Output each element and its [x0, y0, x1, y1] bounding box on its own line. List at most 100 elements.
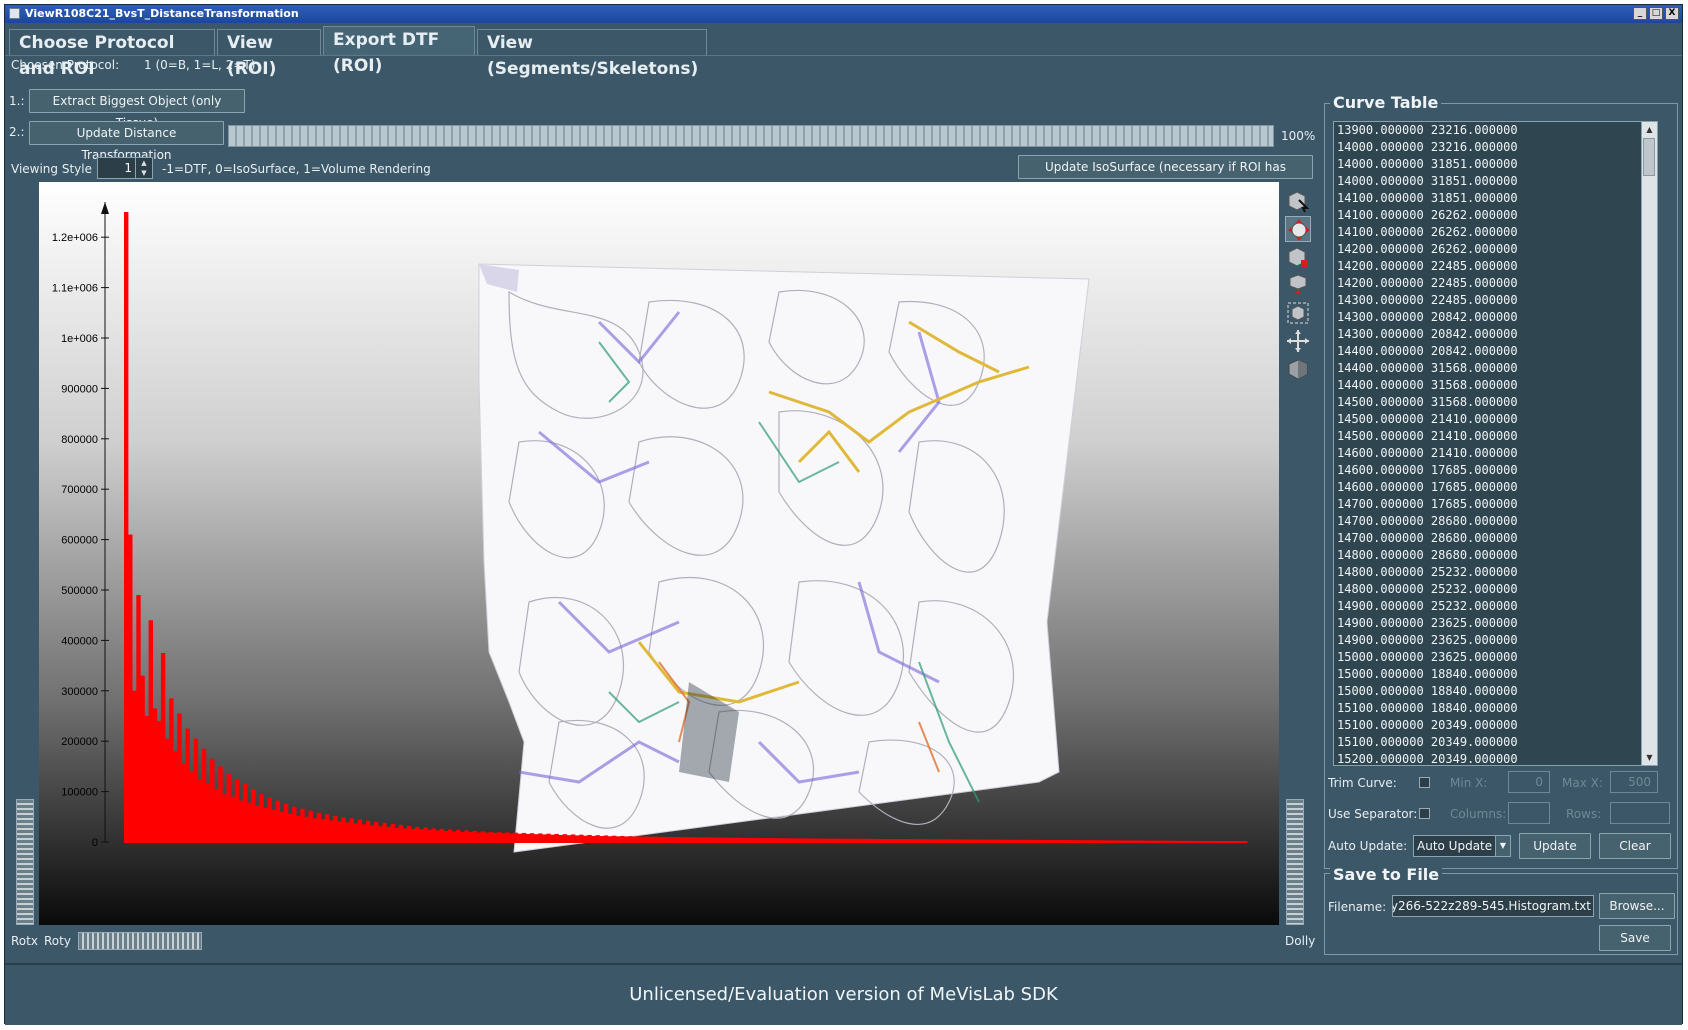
curve-table-row[interactable]: 14700.000000 28680.000000: [1334, 513, 1657, 530]
tab-choose-protocol[interactable]: Choose Protocol and ROI: [9, 29, 215, 79]
y-tick-label: 1.2e+006: [52, 232, 98, 244]
columns-input[interactable]: [1508, 802, 1550, 824]
maximize-button[interactable]: □: [1649, 7, 1663, 20]
dolly-thumbwheel[interactable]: [1286, 799, 1304, 925]
home-icon[interactable]: [1285, 356, 1311, 382]
curve-table-row[interactable]: 14000.000000 31851.000000: [1334, 156, 1657, 173]
histogram-bar: [320, 819, 326, 842]
histogram-bar: [308, 810, 313, 842]
minimize-button[interactable]: _: [1633, 7, 1647, 20]
curve-table-row[interactable]: 14100.000000 31851.000000: [1334, 190, 1657, 207]
roty-thumbwheel[interactable]: [78, 932, 202, 950]
trim-curve-checkbox[interactable]: [1419, 777, 1430, 788]
curve-table-row[interactable]: 14200.000000 26262.000000: [1334, 241, 1657, 258]
histogram-bar: [411, 828, 416, 842]
histogram-bar: [173, 751, 178, 842]
curve-table-row[interactable]: 14100.000000 26262.000000: [1334, 224, 1657, 241]
curve-table-row[interactable]: 14700.000000 28680.000000: [1334, 530, 1657, 547]
update-isosurface-button[interactable]: Update IsoSurface (necessary if ROI has …: [1018, 155, 1313, 196]
auto-update-select[interactable]: Auto Update ▼: [1413, 835, 1511, 857]
curve-table-row[interactable]: 14500.000000 31568.000000: [1334, 394, 1657, 411]
extract-biggest-object-button[interactable]: Extract Biggest Object (only Tissue): [29, 89, 245, 130]
histogram-bar: [156, 721, 162, 842]
clear-button[interactable]: Clear: [1599, 833, 1671, 859]
curve-table-row[interactable]: 14400.000000 31568.000000: [1334, 360, 1657, 377]
seek-icon[interactable]: [1285, 244, 1311, 270]
tab-view-roi[interactable]: View (ROI): [217, 29, 321, 79]
curve-table-row[interactable]: 14500.000000 21410.000000: [1334, 428, 1657, 445]
curve-table-row[interactable]: 14400.000000 20842.000000: [1334, 343, 1657, 360]
save-button[interactable]: Save: [1599, 925, 1671, 951]
y-tick-label: 500000: [61, 585, 98, 597]
curve-table-row[interactable]: 15000.000000 18840.000000: [1334, 683, 1657, 700]
curve-table-row[interactable]: 14600.000000 17685.000000: [1334, 479, 1657, 496]
volume-rendering: [478, 263, 1090, 853]
histogram-bar: [324, 814, 330, 842]
curve-table-row[interactable]: 14900.000000 23625.000000: [1334, 615, 1657, 632]
dropdown-arrow-icon[interactable]: ▼: [1495, 836, 1510, 856]
curve-table-row[interactable]: 15200.000000 20349.000000: [1334, 751, 1657, 765]
curve-table-scrollbar[interactable]: ▲ ▼: [1641, 122, 1657, 765]
histogram-bar: [279, 811, 285, 842]
min-x-input[interactable]: 0: [1508, 771, 1550, 793]
curve-table-row[interactable]: 14700.000000 17685.000000: [1334, 496, 1657, 513]
curve-table-row[interactable]: 13900.000000 23216.000000: [1334, 122, 1657, 139]
rows-input[interactable]: [1610, 802, 1670, 824]
curve-table-row[interactable]: 14000.000000 31851.000000: [1334, 173, 1657, 190]
curve-table-row[interactable]: 14600.000000 21410.000000: [1334, 445, 1657, 462]
curve-table-row[interactable]: 14300.000000 22485.000000: [1334, 292, 1657, 309]
curve-table-row[interactable]: 15100.000000 20349.000000: [1334, 717, 1657, 734]
curve-table-row[interactable]: 14300.000000 20842.000000: [1334, 309, 1657, 326]
curve-table-list[interactable]: 13900.000000 23216.000000 14000.000000 23…: [1333, 121, 1658, 766]
pan-icon[interactable]: [1285, 328, 1311, 354]
curve-table-row[interactable]: 14300.000000 20842.000000: [1334, 326, 1657, 343]
progress-bar: [228, 125, 1274, 147]
curve-rows: 13900.000000 23216.000000 14000.000000 23…: [1334, 122, 1657, 765]
min-x-label: Min X:: [1450, 776, 1488, 790]
curve-table-row[interactable]: 14800.000000 25232.000000: [1334, 581, 1657, 598]
histogram-bar: [427, 829, 432, 842]
histogram-bar: [275, 800, 281, 842]
spin-arrows-icon[interactable]: ▲ ▼: [135, 158, 152, 178]
histogram-bar: [357, 819, 363, 842]
curve-table-row[interactable]: 14200.000000 22485.000000: [1334, 258, 1657, 275]
histogram-bar: [378, 826, 383, 842]
browse-button[interactable]: Browse...: [1599, 893, 1675, 919]
curve-table-row[interactable]: 14800.000000 25232.000000: [1334, 564, 1657, 581]
curve-table-row[interactable]: 14000.000000 23216.000000: [1334, 139, 1657, 156]
filename-input[interactable]: x268-523y266-522z289-545.Histogram.txt: [1392, 895, 1594, 917]
curve-table-row[interactable]: 14100.000000 26262.000000: [1334, 207, 1657, 224]
curve-table-row[interactable]: 14600.000000 17685.000000: [1334, 462, 1657, 479]
curve-table-row[interactable]: 15100.000000 20349.000000: [1334, 734, 1657, 751]
curve-table-row[interactable]: 14900.000000 25232.000000: [1334, 598, 1657, 615]
zoom-icon[interactable]: [1285, 272, 1311, 298]
histogram-bar: [238, 800, 244, 842]
scroll-thumb[interactable]: [1643, 138, 1655, 176]
curve-table-row[interactable]: 15000.000000 18840.000000: [1334, 666, 1657, 683]
view-all-icon[interactable]: [1285, 300, 1311, 326]
update-distance-transformation-button[interactable]: Update Distance Transformation: [29, 121, 224, 162]
pick-icon[interactable]: [1285, 188, 1311, 214]
curve-table-row[interactable]: 14900.000000 23625.000000: [1334, 632, 1657, 649]
close-button[interactable]: X: [1665, 7, 1679, 20]
scroll-down-icon[interactable]: ▼: [1642, 750, 1657, 765]
tab-view-segments[interactable]: View (Segments/Skeletons): [477, 29, 707, 79]
view-rotate-icon[interactable]: [1285, 216, 1311, 242]
histogram-bar: [296, 815, 301, 842]
rotx-thumbwheel[interactable]: [16, 799, 34, 925]
curve-table-row[interactable]: 14500.000000 21410.000000: [1334, 411, 1657, 428]
step2-prefix: 2.:: [9, 125, 25, 139]
tab-export-dtf[interactable]: Export DTF (ROI): [323, 26, 475, 76]
update-button[interactable]: Update: [1519, 833, 1591, 859]
max-x-input[interactable]: 500: [1610, 771, 1658, 793]
curve-table-row[interactable]: 14200.000000 22485.000000: [1334, 275, 1657, 292]
use-separator-checkbox[interactable]: [1419, 808, 1430, 819]
curve-table-row[interactable]: 14400.000000 31568.000000: [1334, 377, 1657, 394]
app-window: ViewR108C21_BvsT_DistanceTransformation …: [4, 4, 1683, 1025]
3d-viewer[interactable]: 1.2e+006 1.1e+006 1e+006 900000 800000 700000…: [39, 182, 1279, 925]
viewing-style-spinbox[interactable]: 1 ▲ ▼: [97, 157, 153, 179]
scroll-up-icon[interactable]: ▲: [1642, 122, 1657, 137]
curve-table-row[interactable]: 15000.000000 23625.000000: [1334, 649, 1657, 666]
curve-table-row[interactable]: 14800.000000 28680.000000: [1334, 547, 1657, 564]
curve-table-row[interactable]: 15100.000000 18840.000000: [1334, 700, 1657, 717]
